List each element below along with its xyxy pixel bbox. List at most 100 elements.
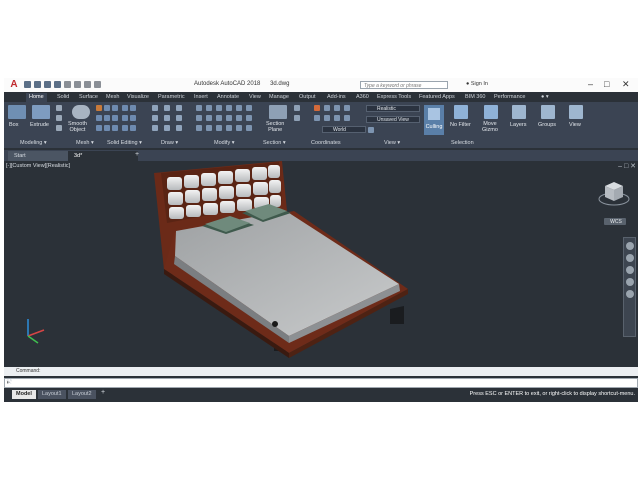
layout-tab-layout2[interactable]: Layout2 <box>68 390 96 399</box>
new-icon[interactable] <box>24 81 31 88</box>
no-filter-dropdown[interactable]: No Filter <box>450 122 471 128</box>
3d-move-icon[interactable] <box>196 125 202 131</box>
subtract-icon[interactable] <box>104 105 110 111</box>
layout-tab-layout1[interactable]: Layout1 <box>38 390 66 399</box>
tab-output[interactable]: Output <box>296 93 319 102</box>
doc-tab-3d[interactable]: 3d* <box>68 151 138 161</box>
fillet-edge-icon[interactable] <box>96 125 102 131</box>
3d-rotate-icon[interactable] <box>206 125 212 131</box>
zoom-icon[interactable] <box>626 266 634 274</box>
imprint-icon[interactable] <box>130 125 136 131</box>
undo-icon[interactable] <box>74 81 81 88</box>
new-layout-plus-icon[interactable]: + <box>101 389 105 396</box>
application-menu-logo-icon[interactable]: A <box>6 79 22 91</box>
shell-icon[interactable] <box>112 115 118 121</box>
extrude-faces-icon[interactable] <box>122 125 128 131</box>
drawing-viewport[interactable]: [-][Custom View][Realistic] – □ ✕ WCS <box>4 161 638 364</box>
ucs-view-icon[interactable] <box>334 105 340 111</box>
viewport-config-icon[interactable] <box>368 127 374 133</box>
fillet-icon[interactable] <box>196 115 202 121</box>
culling-button[interactable]: Culling <box>424 105 444 135</box>
mirror-icon[interactable] <box>246 105 252 111</box>
plot-icon[interactable] <box>64 81 71 88</box>
view-button[interactable]: View <box>569 122 581 128</box>
box-button[interactable]: Box <box>9 122 18 128</box>
view-icon[interactable] <box>569 105 583 119</box>
new-tab-plus-icon[interactable]: + <box>135 151 139 158</box>
minimize-icon[interactable]: – <box>588 79 593 89</box>
ucs-x-icon[interactable] <box>334 115 340 121</box>
panel-section[interactable]: Section ▾ <box>263 140 286 146</box>
doc-tab-start[interactable]: Start <box>8 151 68 161</box>
panel-selection[interactable]: Selection <box>451 140 474 146</box>
3d-mirror-icon[interactable] <box>226 125 232 131</box>
polygon-icon[interactable] <box>152 125 158 131</box>
tab-annotate[interactable]: Annotate <box>214 93 242 102</box>
section-plane-icon[interactable] <box>269 105 287 119</box>
steering-wheel-icon[interactable] <box>626 242 634 250</box>
sweep-icon[interactable] <box>56 125 62 131</box>
search-input[interactable]: Type a keyword or phrase <box>360 81 448 89</box>
tab-featured-apps[interactable]: Featured Apps <box>416 93 458 102</box>
tab-parametric[interactable]: Parametric <box>155 93 188 102</box>
erase-icon[interactable] <box>226 105 232 111</box>
panel-view[interactable]: View ▾ <box>384 140 400 146</box>
visual-style-dropdown[interactable]: Realistic <box>366 105 420 112</box>
panel-modify[interactable]: Modify ▾ <box>214 140 235 146</box>
section-plane-button[interactable]: Section Plane <box>266 121 284 133</box>
separate-icon[interactable] <box>122 115 128 121</box>
move-gizmo-icon[interactable] <box>484 105 498 119</box>
tab-view[interactable]: View <box>246 93 264 102</box>
tab-express-tools[interactable]: Express Tools <box>374 93 414 102</box>
maximize-icon[interactable]: □ <box>604 79 609 89</box>
extract-edges-icon[interactable] <box>96 115 102 121</box>
panel-solid-editing[interactable]: Solid Editing ▾ <box>107 140 142 146</box>
box-icon[interactable] <box>8 105 26 119</box>
no-filter-icon[interactable] <box>454 105 468 119</box>
smooth-object-button[interactable]: Smooth Object <box>68 121 87 133</box>
tab-bim-360[interactable]: BIM 360 <box>462 93 488 102</box>
panel-modeling[interactable]: Modeling ▾ <box>20 140 47 146</box>
save-as-icon[interactable] <box>54 81 61 88</box>
ucs-y-icon[interactable] <box>344 115 350 121</box>
add-jog-icon[interactable] <box>294 115 300 121</box>
intersect-icon[interactable] <box>112 105 118 111</box>
move-gizmo-dropdown[interactable]: Move Gizmo <box>482 121 498 133</box>
ucs-icon[interactable] <box>314 105 320 111</box>
array-icon[interactable] <box>236 115 242 121</box>
layout-tab-model[interactable]: Model <box>12 390 36 399</box>
offset-edge-icon[interactable] <box>130 115 136 121</box>
sign-in-link[interactable]: ● Sign In <box>466 81 488 87</box>
union-icon[interactable] <box>96 105 102 111</box>
live-section-icon[interactable] <box>294 105 300 111</box>
slice-icon[interactable] <box>122 105 128 111</box>
panel-draw[interactable]: Draw ▾ <box>161 140 178 146</box>
extrude-button[interactable]: Extrude <box>30 122 49 128</box>
groups-button[interactable]: Groups <box>538 122 556 128</box>
named-view-dropdown[interactable]: Unsaved View <box>366 116 420 123</box>
tab-visualize[interactable]: Visualize <box>124 93 152 102</box>
loft-icon[interactable] <box>56 115 62 121</box>
tab-home[interactable]: Home <box>26 93 47 102</box>
orbit-icon[interactable] <box>626 278 634 286</box>
customize-icon[interactable]: ⚒ <box>6 378 12 386</box>
ucs-face-icon[interactable] <box>314 115 320 121</box>
showmotion-icon[interactable] <box>626 290 634 298</box>
revolve-icon[interactable] <box>56 105 62 111</box>
move-icon[interactable] <box>196 105 202 111</box>
3d-array-icon[interactable] <box>236 125 242 131</box>
stretch-icon[interactable] <box>216 115 222 121</box>
3d-align-icon[interactable] <box>216 125 222 131</box>
tab-mesh[interactable]: Mesh <box>103 93 122 102</box>
presspull-icon[interactable] <box>104 115 110 121</box>
extrude-icon[interactable] <box>32 105 50 119</box>
smooth-object-icon[interactable] <box>72 105 90 119</box>
ucs-world-dropdown[interactable]: World <box>322 126 366 133</box>
offset-icon[interactable] <box>246 115 252 121</box>
rectangle-icon[interactable] <box>164 125 170 131</box>
chamfer-edge-icon[interactable] <box>104 125 110 131</box>
polyline-icon[interactable] <box>164 105 170 111</box>
interfere-icon[interactable] <box>130 105 136 111</box>
3d-scale-icon[interactable] <box>246 125 252 131</box>
tab-a360[interactable]: A360 <box>353 93 372 102</box>
